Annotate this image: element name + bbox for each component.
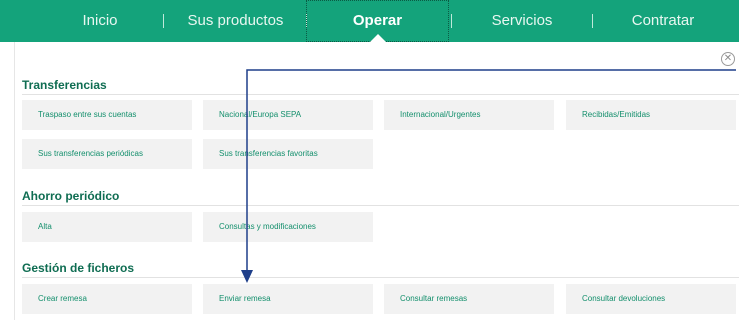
nav-separator [592,14,593,28]
section-divider [22,94,739,95]
section-divider [22,205,739,206]
menu-item-consultar-devoluciones[interactable]: Consultar devoluciones [566,284,736,314]
nav-servicios[interactable]: Servicios [457,0,587,42]
menu-item-internacional[interactable]: Internacional/Urgentes [384,100,554,130]
close-icon[interactable]: ✕ [721,52,735,66]
menu-item-consultas-modificaciones[interactable]: Consultas y modificaciones [203,212,373,242]
section-title-transferencias: Transferencias [22,78,107,92]
active-menu-caret [370,34,386,42]
nav-inicio[interactable]: Inicio [40,0,160,42]
nav-separator [451,14,452,28]
menu-item-nacional-sepa[interactable]: Nacional/Europa SEPA [203,100,373,130]
nav-contratar[interactable]: Contratar [598,0,728,42]
section-divider [22,277,739,278]
menu-item-transferencias-periodicas[interactable]: Sus transferencias periódicas [22,139,192,169]
menu-item-alta[interactable]: Alta [22,212,192,242]
operar-dropdown-panel [14,42,739,320]
nav-sus-productos[interactable]: Sus productos [168,0,303,42]
menu-item-consultar-remesas[interactable]: Consultar remesas [384,284,554,314]
menu-item-enviar-remesa[interactable]: Enviar remesa [203,284,373,314]
menu-item-recibidas-emitidas[interactable]: Recibidas/Emitidas [566,100,736,130]
section-title-ahorro: Ahorro periódico [22,189,120,203]
menu-item-transferencias-favoritas[interactable]: Sus transferencias favoritas [203,139,373,169]
nav-separator [163,14,164,28]
menu-item-crear-remesa[interactable]: Crear remesa [22,284,192,314]
menu-item-traspaso[interactable]: Traspaso entre sus cuentas [22,100,192,130]
section-title-gestion-ficheros: Gestión de ficheros [22,261,135,275]
